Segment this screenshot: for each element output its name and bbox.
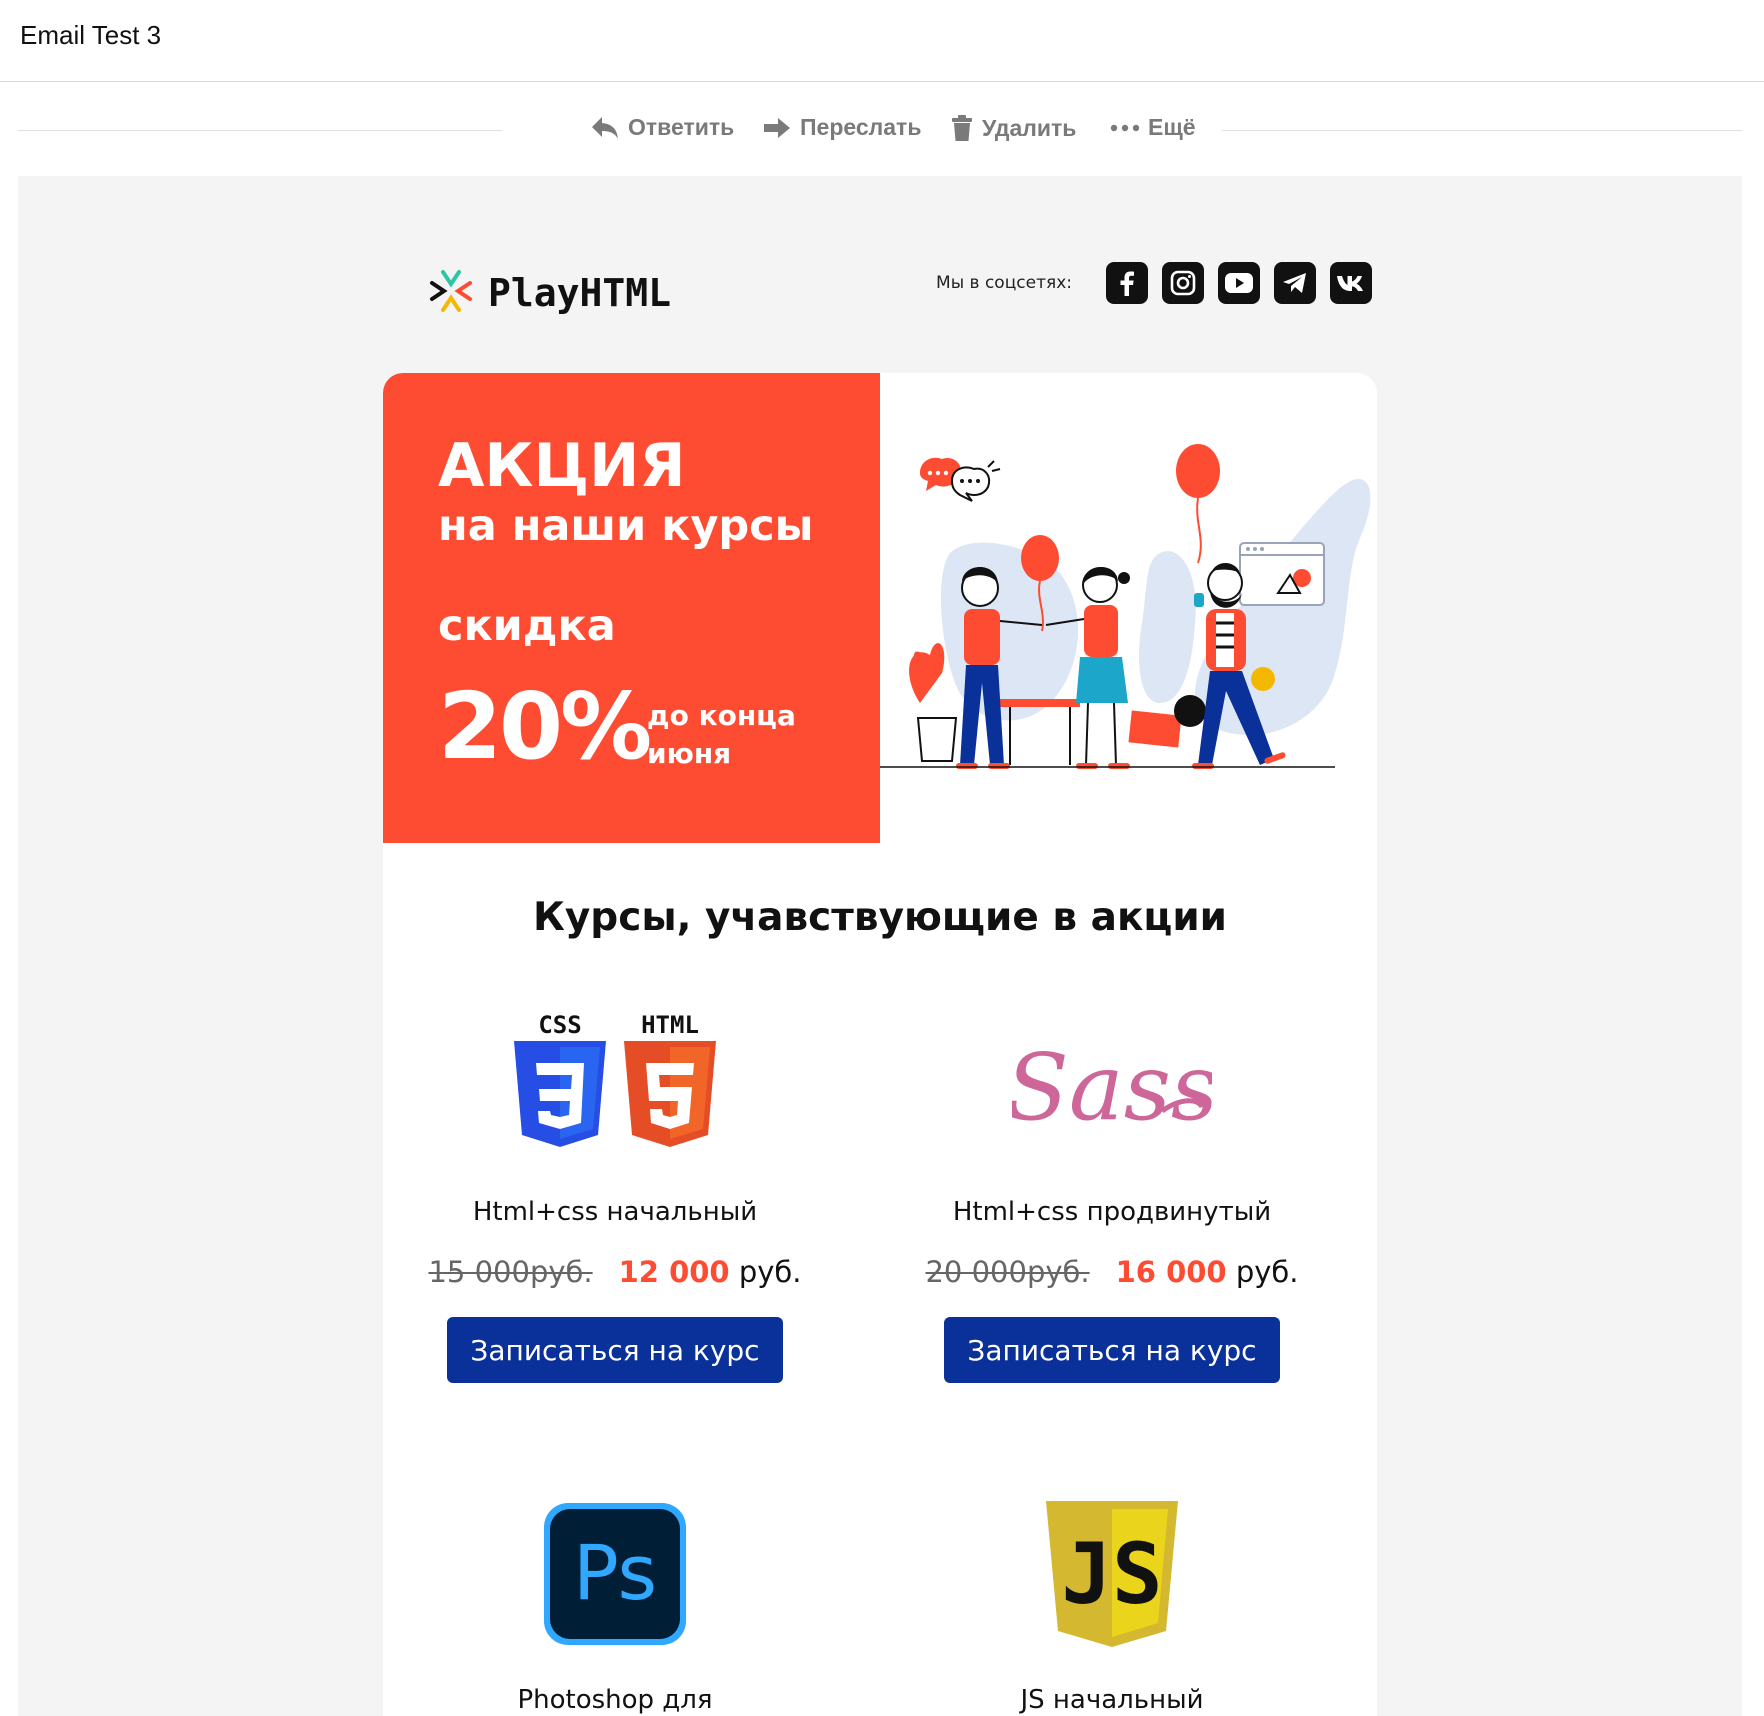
youtube-icon[interactable]: [1218, 262, 1260, 304]
enroll-button[interactable]: Записаться на курс: [944, 1317, 1280, 1383]
css-logo-text: CSS: [538, 1011, 581, 1039]
course-card: Sass Html+css продвинутый 20 000руб. 16 0…: [912, 1001, 1312, 1383]
course-name: Photoshop для верстальщика: [516, 1685, 714, 1716]
html-logo-text: HTML: [641, 1011, 699, 1039]
courses-section-title: Курсы, учавствующие в акции: [532, 895, 1227, 940]
sass-logo: Sass: [912, 1001, 1312, 1171]
email-actions-bar: Ответить Переслать Удалить Ещё: [18, 108, 1742, 154]
facebook-icon[interactable]: [1106, 262, 1148, 304]
promo-subtitle: на наши курсы: [438, 501, 814, 551]
promo-banner: АКЦИЯ на наши курсы скидка 20% до конца …: [383, 373, 880, 843]
course-name: JS начальный: [1020, 1685, 1204, 1715]
course-card: CSS HTML Html+css начальный 15 000руб. 12…: [415, 1001, 815, 1383]
price-row: 15 000руб. 12 000 руб.: [415, 1255, 815, 1289]
brand-name: PlayHTML: [488, 271, 672, 315]
window-titlebar: Email Test 3: [0, 0, 1764, 82]
email-body: PlayHTML Мы в соцсетях: АКЦИЯ на наши ку: [18, 176, 1742, 1716]
instagram-icon[interactable]: [1162, 262, 1204, 304]
course-card: Ps Photoshop для верстальщика: [415, 1489, 815, 1716]
more-dots-icon: [1110, 123, 1140, 133]
social-label: Мы в соцсетях:: [936, 273, 1072, 293]
new-price: 12 000: [618, 1255, 730, 1289]
forward-icon: [762, 116, 792, 140]
old-price: 20 000руб.: [925, 1255, 1090, 1289]
photoshop-logo-text: Ps: [573, 1528, 657, 1617]
currency: руб.: [1235, 1255, 1299, 1289]
delete-label: Удалить: [982, 114, 1077, 141]
css-html-logo: CSS HTML: [415, 1001, 815, 1171]
email-card: АКЦИЯ на наши курсы скидка 20% до конца …: [383, 373, 1377, 1716]
promo-discount-value: 20%: [438, 673, 652, 780]
new-price: 16 000: [1115, 1255, 1227, 1289]
window-title: Email Test 3: [20, 20, 162, 50]
promo-illustration: [880, 373, 1377, 843]
sass-logo-text: Sass: [1012, 1034, 1212, 1141]
promo-deadline: до конца июня: [647, 699, 796, 770]
forward-button[interactable]: Переслать: [762, 114, 921, 141]
js-logo: JS: [912, 1489, 1312, 1659]
currency: руб.: [738, 1255, 802, 1289]
js-logo-text: JS: [1061, 1525, 1162, 1623]
divider: [1222, 130, 1742, 131]
photoshop-logo: Ps: [415, 1489, 815, 1659]
reply-icon: [590, 115, 620, 141]
promo-discount-label: скидка: [438, 601, 616, 651]
course-card: JS JS начальный: [912, 1489, 1312, 1715]
email-header: PlayHTML Мы в соцсетях:: [428, 262, 1372, 322]
trash-icon: [950, 114, 974, 142]
forward-label: Переслать: [800, 114, 922, 140]
delete-button[interactable]: Удалить: [950, 114, 1076, 142]
course-name: Html+css продвинутый: [952, 1197, 1272, 1227]
old-price: 15 000руб.: [428, 1255, 593, 1289]
reply-label: Ответить: [628, 114, 735, 140]
enroll-button[interactable]: Записаться на курс: [447, 1317, 783, 1383]
playhtml-logo-icon: [428, 268, 474, 318]
promo-title: АКЦИЯ: [438, 431, 686, 501]
brand-logo[interactable]: PlayHTML: [428, 268, 671, 318]
vk-icon[interactable]: [1330, 262, 1372, 304]
price-row: 20 000руб. 16 000 руб.: [912, 1255, 1312, 1289]
divider: [18, 130, 502, 131]
reply-button[interactable]: Ответить: [590, 114, 734, 141]
telegram-icon[interactable]: [1274, 262, 1316, 304]
more-label: Ещё: [1148, 114, 1196, 140]
social-links: Мы в соцсетях:: [936, 262, 1372, 304]
more-button[interactable]: Ещё: [1110, 114, 1196, 141]
course-name: Html+css начальный: [472, 1197, 758, 1227]
